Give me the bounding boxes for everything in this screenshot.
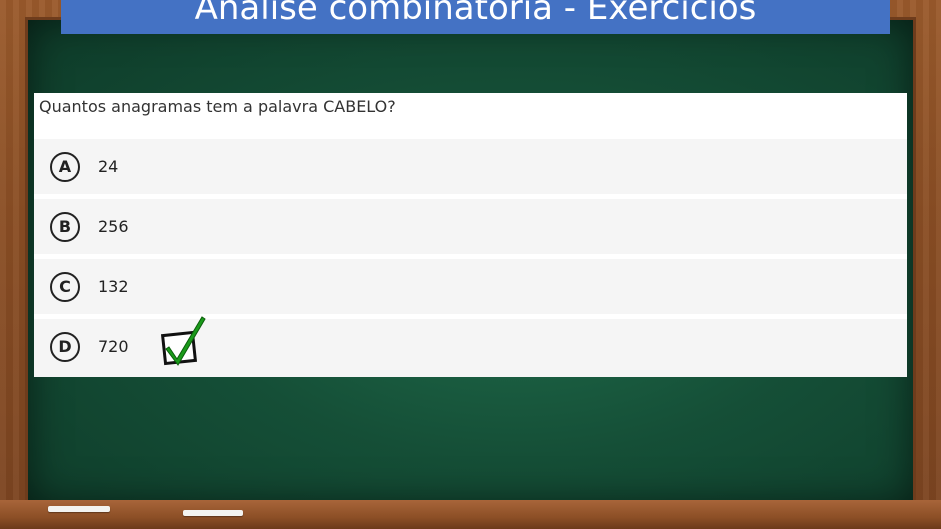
option-letter: C [50, 272, 80, 302]
option-answer: 256 [98, 217, 129, 236]
option-answer: 720 [98, 337, 129, 356]
chalk-tray [0, 500, 941, 529]
page-title: Análise combinatória - Exercícios [194, 0, 757, 28]
option-a[interactable]: A 24 [34, 139, 907, 194]
option-letter: A [50, 152, 80, 182]
question-panel: Quantos anagramas tem a palavra CABELO? … [34, 93, 907, 377]
option-c[interactable]: C 132 [34, 259, 907, 314]
option-answer: 132 [98, 277, 129, 296]
question-text: Quantos anagramas tem a palavra CABELO? [39, 97, 396, 116]
option-d[interactable]: D 720 [34, 316, 907, 377]
option-letter: B [50, 212, 80, 242]
chalk-piece [48, 506, 110, 512]
chalk-piece [183, 510, 243, 516]
checkbox-checkmark-icon [160, 316, 206, 366]
option-b[interactable]: B 256 [34, 199, 907, 254]
title-bar: Análise combinatória - Exercícios [61, 0, 890, 34]
option-answer: 24 [98, 157, 119, 176]
option-letter: D [50, 332, 80, 362]
